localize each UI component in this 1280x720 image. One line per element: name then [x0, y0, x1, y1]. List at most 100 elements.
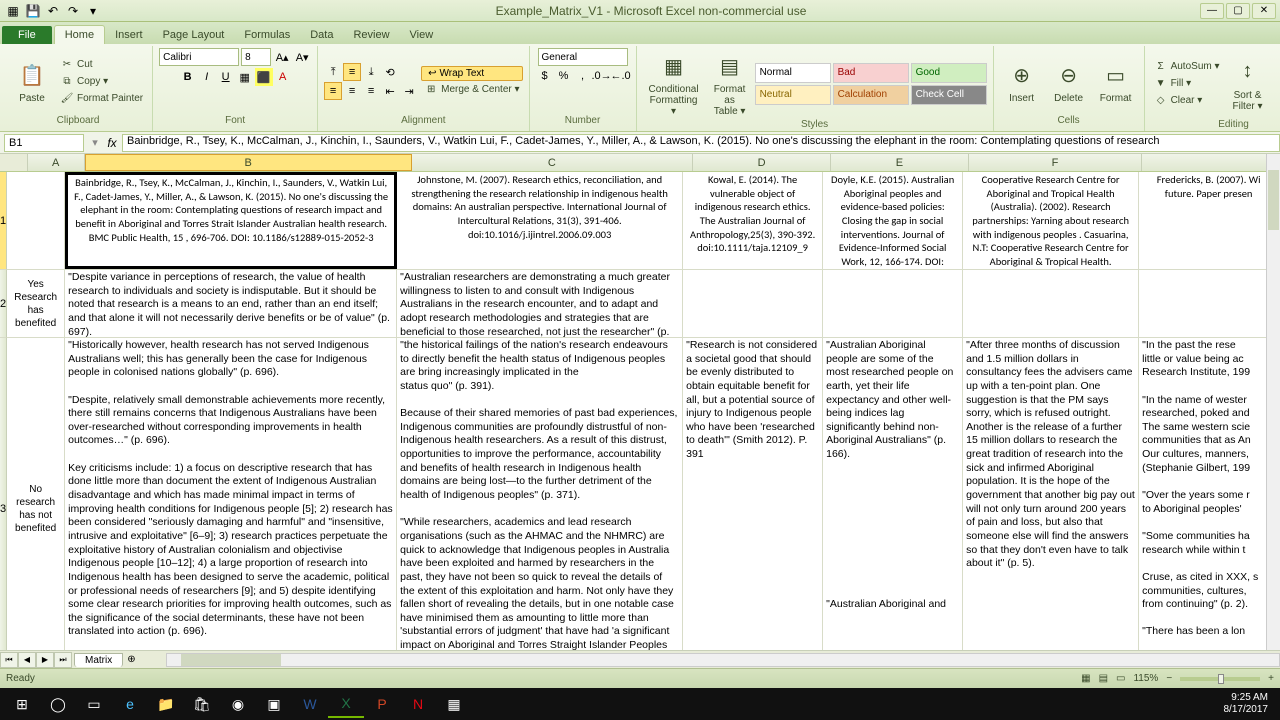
clock-date[interactable]: 8/17/2017 — [1224, 704, 1269, 716]
excel-icon[interactable]: ▦ — [4, 2, 22, 20]
cell-G3[interactable]: "In the past the rese little or value be… — [1139, 338, 1266, 678]
delete-cells-button[interactable]: ⊖Delete — [1047, 57, 1091, 106]
edge-icon[interactable]: e — [112, 690, 148, 718]
find-select-button[interactable]: 🔍Find & Select ▾ — [1273, 48, 1280, 119]
cortana-icon[interactable]: ◯ — [40, 690, 76, 718]
currency-icon[interactable]: $ — [536, 67, 554, 85]
cell-E3[interactable]: "Australian Aboriginal people are some o… — [823, 338, 963, 678]
cell-A1[interactable] — [7, 172, 65, 269]
sheet-nav-last-icon[interactable]: ⏭ — [54, 652, 72, 668]
view-break-icon[interactable]: ▭ — [1116, 673, 1125, 684]
align-center-icon[interactable]: ≡ — [343, 82, 361, 100]
view-normal-icon[interactable]: ▦ — [1081, 673, 1090, 684]
new-sheet-icon[interactable]: ⊕ — [127, 654, 135, 665]
col-header-D[interactable]: D — [693, 154, 831, 171]
cell-G1[interactable]: Fredericks, B. (2007). Wi future. Paper … — [1139, 172, 1266, 269]
app3-icon[interactable]: ▦ — [436, 690, 472, 718]
align-left-icon[interactable]: ≡ — [324, 82, 342, 100]
file-tab[interactable]: File — [2, 26, 52, 44]
dec-decimal-icon[interactable]: ←.0 — [612, 67, 630, 85]
sheet-nav-first-icon[interactable]: ⏮ — [0, 652, 18, 668]
excel-taskbar-icon[interactable]: X — [328, 690, 364, 718]
format-painter-button[interactable]: 🖌Format Painter — [57, 91, 146, 107]
cell-C3[interactable]: "the historical failings of the nation's… — [397, 338, 683, 678]
cell-C2[interactable]: "Australian researchers are demonstratin… — [397, 270, 683, 337]
align-middle-icon[interactable]: ≡ — [343, 63, 361, 81]
col-header-A[interactable]: A — [28, 154, 85, 171]
number-format-combo[interactable] — [538, 48, 628, 66]
font-size-combo[interactable] — [241, 48, 271, 66]
explorer-icon[interactable]: 📁 — [148, 690, 184, 718]
zoom-thumb[interactable] — [1218, 674, 1224, 684]
row-header-3[interactable]: 3 — [0, 338, 7, 678]
style-good[interactable]: Good — [911, 63, 987, 83]
tab-formulas[interactable]: Formulas — [234, 26, 300, 44]
cell-F1[interactable]: Cooperative Research Centre for Aborigin… — [963, 172, 1139, 269]
name-box[interactable]: B1 — [4, 134, 84, 152]
cell-F3[interactable]: "After three months of discussion and 1.… — [963, 338, 1139, 678]
tab-review[interactable]: Review — [343, 26, 399, 44]
save-icon[interactable]: 💾 — [24, 2, 42, 20]
view-layout-icon[interactable]: ▤ — [1099, 673, 1108, 684]
shrink-font-icon[interactable]: A▾ — [293, 48, 311, 66]
clear-button[interactable]: ◇Clear ▾ — [1151, 93, 1223, 109]
fill-button[interactable]: ▼Fill ▾ — [1151, 76, 1223, 92]
cell-E1[interactable]: Doyle, K.E. (2015). Australian Aborigina… — [823, 172, 963, 269]
style-bad[interactable]: Bad — [833, 63, 909, 83]
fx-icon[interactable]: fx — [102, 136, 122, 150]
cell-E2[interactable] — [823, 270, 963, 337]
zoom-in-icon[interactable]: + — [1268, 673, 1274, 684]
inc-decimal-icon[interactable]: .0→ — [593, 67, 611, 85]
taskview-icon[interactable]: ▭ — [76, 690, 112, 718]
cell-B1[interactable]: Bainbridge, R., Tsey, K., McCalman, J., … — [65, 172, 397, 269]
font-name-combo[interactable] — [159, 48, 239, 66]
horizontal-scrollbar[interactable] — [166, 653, 1280, 667]
underline-button[interactable]: U — [217, 68, 235, 86]
cell-F2[interactable] — [963, 270, 1139, 337]
align-bottom-icon[interactable]: ⤓ — [362, 63, 380, 81]
indent-inc-icon[interactable]: ⇥ — [400, 82, 418, 100]
word-icon[interactable]: W — [292, 690, 328, 718]
vertical-scrollbar[interactable] — [1266, 154, 1280, 678]
qat-customize-icon[interactable]: ▾ — [84, 2, 102, 20]
sheet-nav-next-icon[interactable]: ▶ — [36, 652, 54, 668]
format-cells-button[interactable]: ▭Format — [1094, 57, 1138, 106]
hscroll-thumb[interactable] — [181, 654, 281, 666]
cell-D2[interactable] — [683, 270, 823, 337]
align-right-icon[interactable]: ≡ — [362, 82, 380, 100]
cell-C1[interactable]: Johnstone, M. (2007). Research ethics, r… — [397, 172, 683, 269]
format-table-button[interactable]: ▤Format as Table ▾ — [708, 48, 752, 119]
align-top-icon[interactable]: ⤒ — [324, 63, 342, 81]
app-icon[interactable]: ▣ — [256, 690, 292, 718]
zoom-out-icon[interactable]: − — [1166, 673, 1172, 684]
clock-time[interactable]: 9:25 AM — [1224, 692, 1269, 704]
close-button[interactable]: ✕ — [1252, 3, 1276, 19]
orientation-icon[interactable]: ⟲ — [381, 63, 399, 81]
row-header-2[interactable]: 2 — [0, 270, 7, 338]
style-neutral[interactable]: Neutral — [755, 85, 831, 105]
sheet-nav-prev-icon[interactable]: ◀ — [18, 652, 36, 668]
cell-B2[interactable]: "Despite variance in perceptions of rese… — [65, 270, 397, 337]
fill-color-button[interactable]: ⬛ — [255, 68, 273, 86]
style-normal[interactable]: Normal — [755, 63, 831, 83]
col-header-B[interactable]: B — [85, 154, 412, 171]
col-header-E[interactable]: E — [831, 154, 969, 171]
undo-icon[interactable]: ↶ — [44, 2, 62, 20]
tab-view[interactable]: View — [400, 26, 444, 44]
tab-insert[interactable]: Insert — [105, 26, 153, 44]
minimize-button[interactable]: — — [1200, 3, 1224, 19]
tab-page-layout[interactable]: Page Layout — [153, 26, 235, 44]
redo-icon[interactable]: ↷ — [64, 2, 82, 20]
percent-icon[interactable]: % — [555, 67, 573, 85]
comma-icon[interactable]: , — [574, 67, 592, 85]
namebox-dropdown-icon[interactable]: ▾ — [88, 136, 102, 149]
maximize-button[interactable]: ▢ — [1226, 3, 1250, 19]
cell-G2[interactable] — [1139, 270, 1266, 337]
select-all-button[interactable] — [0, 154, 28, 171]
border-button[interactable]: ▦ — [236, 68, 254, 86]
tab-home[interactable]: Home — [54, 25, 105, 44]
cell-A2[interactable]: Yes Research has benefited — [7, 270, 65, 337]
zoom-level[interactable]: 115% — [1133, 673, 1158, 684]
italic-button[interactable]: I — [198, 68, 216, 86]
cell-A3[interactable]: No research has not benefited — [7, 338, 65, 678]
